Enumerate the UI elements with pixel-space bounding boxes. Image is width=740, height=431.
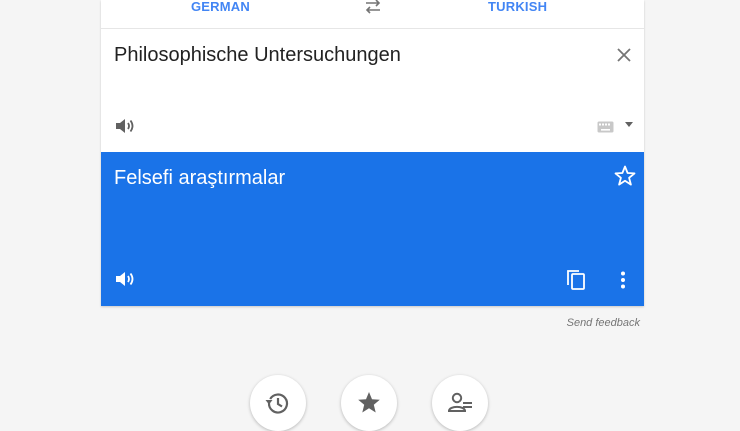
star-icon[interactable] <box>613 164 637 188</box>
translated-text: Felsefi araştırmalar <box>114 167 286 189</box>
community-icon <box>447 392 472 412</box>
source-input-area[interactable]: Philosophische Untersuchungen <box>101 29 644 152</box>
send-feedback-link[interactable]: Send feedback <box>567 317 640 329</box>
keyboard-icon[interactable] <box>597 121 614 133</box>
source-text[interactable]: Philosophische Untersuchungen <box>114 44 401 67</box>
copy-icon[interactable] <box>565 268 587 292</box>
saved-star-icon <box>358 392 380 413</box>
speaker-icon[interactable] <box>114 116 136 136</box>
language-bar: GERMAN TURKISH <box>101 0 644 29</box>
swap-languages-icon[interactable] <box>363 0 383 15</box>
dropdown-caret-icon[interactable] <box>624 121 634 129</box>
history-icon <box>265 393 289 414</box>
community-button[interactable] <box>432 375 488 431</box>
target-language-button[interactable]: TURKISH <box>488 0 547 14</box>
clear-icon[interactable] <box>614 45 634 65</box>
history-button[interactable] <box>250 375 306 431</box>
source-language-button[interactable]: GERMAN <box>191 0 250 14</box>
speaker-icon[interactable] <box>114 269 136 289</box>
translation-card: GERMAN TURKISH Philosophische Untersuchu… <box>101 0 644 306</box>
translation-result-area: Felsefi araştırmalar <box>101 152 644 306</box>
saved-translations-button[interactable] <box>341 375 397 431</box>
more-vert-icon[interactable] <box>613 270 633 290</box>
